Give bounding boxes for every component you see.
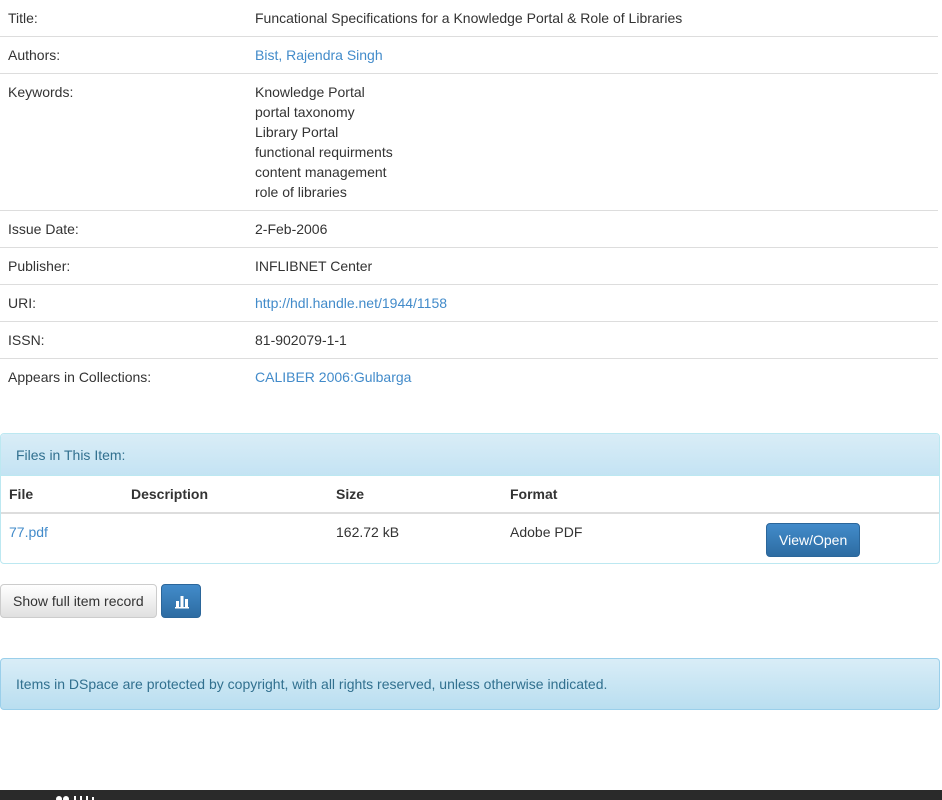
file-row: 77.pdf 162.72 kB Adobe PDF View/Open — [1, 513, 939, 563]
issn-label: ISSN: — [0, 321, 247, 359]
statistics-button[interactable] — [161, 584, 201, 618]
issn-value: 81-902079-1-1 — [247, 321, 938, 359]
title-label: Title: — [8, 10, 38, 26]
metadata-row-collections: Appears in Collections: CALIBER 2006:Gul… — [0, 358, 938, 395]
uri-link[interactable]: http://hdl.handle.net/1944/1158 — [255, 295, 447, 311]
publisher-label: Publisher: — [0, 247, 247, 285]
keyword-item: role of libraries — [255, 184, 347, 200]
bar-chart-icon — [175, 596, 189, 609]
files-panel: Files in This Item: File Description Siz… — [0, 433, 940, 564]
issue-date-label: Issue Date: — [0, 210, 247, 248]
metadata-row-issn: ISSN: 81-902079-1-1 — [0, 321, 938, 359]
title-value: Funcational Specifications for a Knowled… — [255, 10, 683, 26]
column-header-file: File — [1, 476, 123, 514]
footer-logo-icon — [56, 796, 94, 800]
footer-bar — [0, 790, 942, 800]
author-link[interactable]: Bist, Rajendra Singh — [255, 47, 383, 63]
keywords-label: Keywords: — [0, 73, 247, 211]
item-metadata-table: Title: Funcational Specifications for a … — [0, 0, 938, 395]
issue-date-value: 2-Feb-2006 — [247, 210, 938, 248]
column-header-format: Format — [502, 476, 762, 514]
file-link[interactable]: 77.pdf — [9, 524, 48, 540]
files-table-header: File Description Size Format — [1, 476, 939, 514]
file-format: Adobe PDF — [510, 524, 583, 540]
view-open-button[interactable]: View/Open — [766, 523, 861, 557]
column-header-actions — [762, 476, 939, 514]
keyword-item: content management — [255, 164, 387, 180]
show-full-record-button[interactable]: Show full item record — [0, 584, 157, 618]
column-header-description: Description — [123, 476, 328, 514]
uri-label: URI: — [0, 284, 247, 322]
keyword-item: portal taxonomy — [255, 104, 355, 120]
copyright-notice: Items in DSpace are protected by copyrig… — [0, 658, 940, 710]
metadata-row-authors: Authors: Bist, Rajendra Singh — [0, 36, 938, 74]
file-description — [123, 513, 328, 563]
metadata-row-title: Title: Funcational Specifications for a … — [0, 0, 938, 37]
files-table: File Description Size Format 77.pdf 162.… — [1, 476, 939, 563]
collections-label: Appears in Collections: — [0, 358, 247, 395]
collection-link[interactable]: CALIBER 2006:Gulbarga — [255, 369, 411, 385]
metadata-row-keywords: Keywords: Knowledge Portal portal taxono… — [0, 73, 938, 211]
authors-label: Authors: — [0, 36, 247, 74]
metadata-row-issue-date: Issue Date: 2-Feb-2006 — [0, 210, 938, 248]
files-panel-heading: Files in This Item: — [1, 434, 939, 476]
keyword-item: functional requirments — [255, 144, 393, 160]
metadata-row-uri: URI: http://hdl.handle.net/1944/1158 — [0, 284, 938, 322]
publisher-value: INFLIBNET Center — [247, 247, 938, 285]
keyword-item: Library Portal — [255, 124, 339, 140]
keywords-list: Knowledge Portal portal taxonomy Library… — [247, 73, 938, 211]
metadata-row-publisher: Publisher: INFLIBNET Center — [0, 247, 938, 285]
keyword-item: Knowledge Portal — [255, 84, 365, 100]
column-header-size: Size — [328, 476, 502, 514]
file-size: 162.72 kB — [336, 524, 400, 540]
